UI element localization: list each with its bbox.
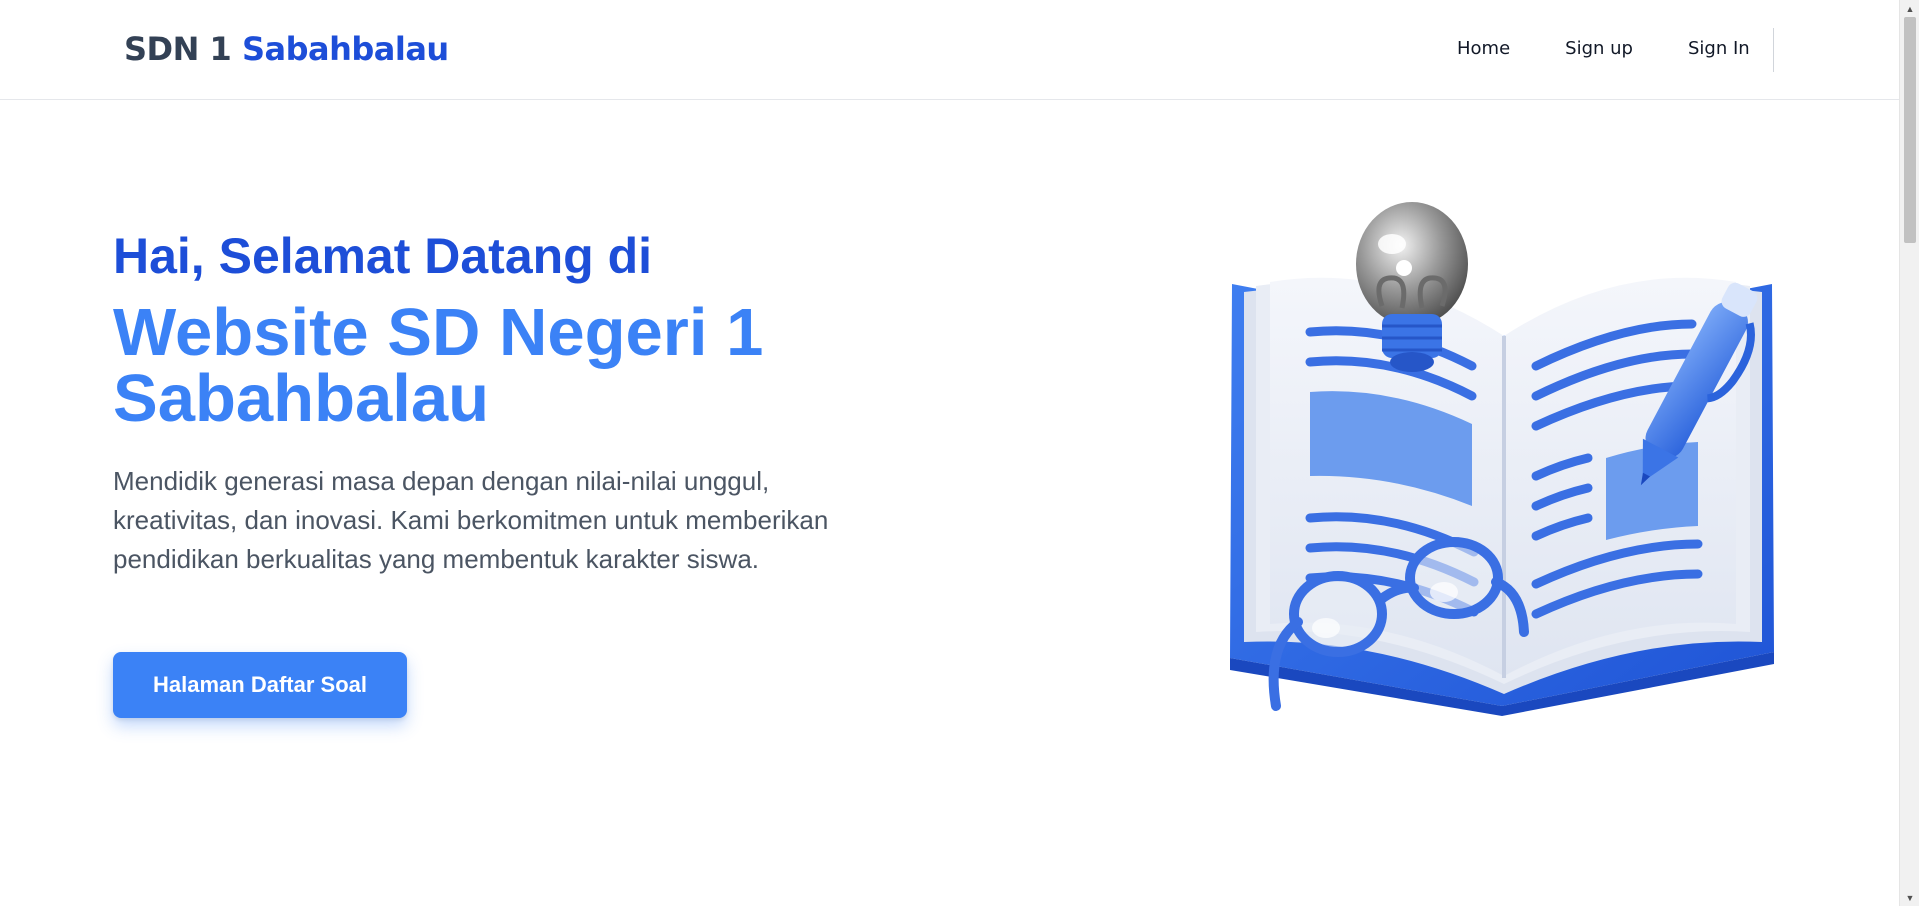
- brand-name-suffix: Sabahbalau: [241, 30, 449, 68]
- book-illustration-icon: [1230, 202, 1774, 716]
- nav-menu: Home Sign up Sign In: [1457, 36, 1750, 62]
- navbar: SDN 1 Sabahbalau Home Sign up Sign In: [0, 0, 1899, 100]
- question-list-button[interactable]: Halaman Daftar Soal: [113, 652, 407, 718]
- scroll-down-icon[interactable]: ▼: [1900, 889, 1919, 906]
- page: SDN 1 Sabahbalau Home Sign up Sign In Ha…: [0, 0, 1919, 906]
- hero-section: Hai, Selamat Datang di Website SD Negeri…: [113, 224, 913, 579]
- nav-signup-link[interactable]: Sign up: [1565, 36, 1633, 62]
- hero-description: Mendidik generasi masa depan dengan nila…: [113, 466, 829, 574]
- brand-logo[interactable]: SDN 1 Sabahbalau: [124, 26, 449, 72]
- page-scrollbar[interactable]: ▲ ▼: [1899, 0, 1919, 906]
- scrollbar-thumb[interactable]: [1904, 17, 1916, 243]
- nav-signin-link[interactable]: Sign In: [1688, 36, 1750, 62]
- brand-name-prefix: SDN 1: [124, 30, 232, 68]
- scroll-up-icon[interactable]: ▲: [1900, 0, 1919, 17]
- hero-headline: Website SD Negeri 1 Sabahbalau: [113, 295, 764, 436]
- nav-divider: [1773, 28, 1774, 72]
- hero-greeting: Hai, Selamat Datang di: [113, 228, 653, 284]
- nav-home-link[interactable]: Home: [1457, 36, 1510, 62]
